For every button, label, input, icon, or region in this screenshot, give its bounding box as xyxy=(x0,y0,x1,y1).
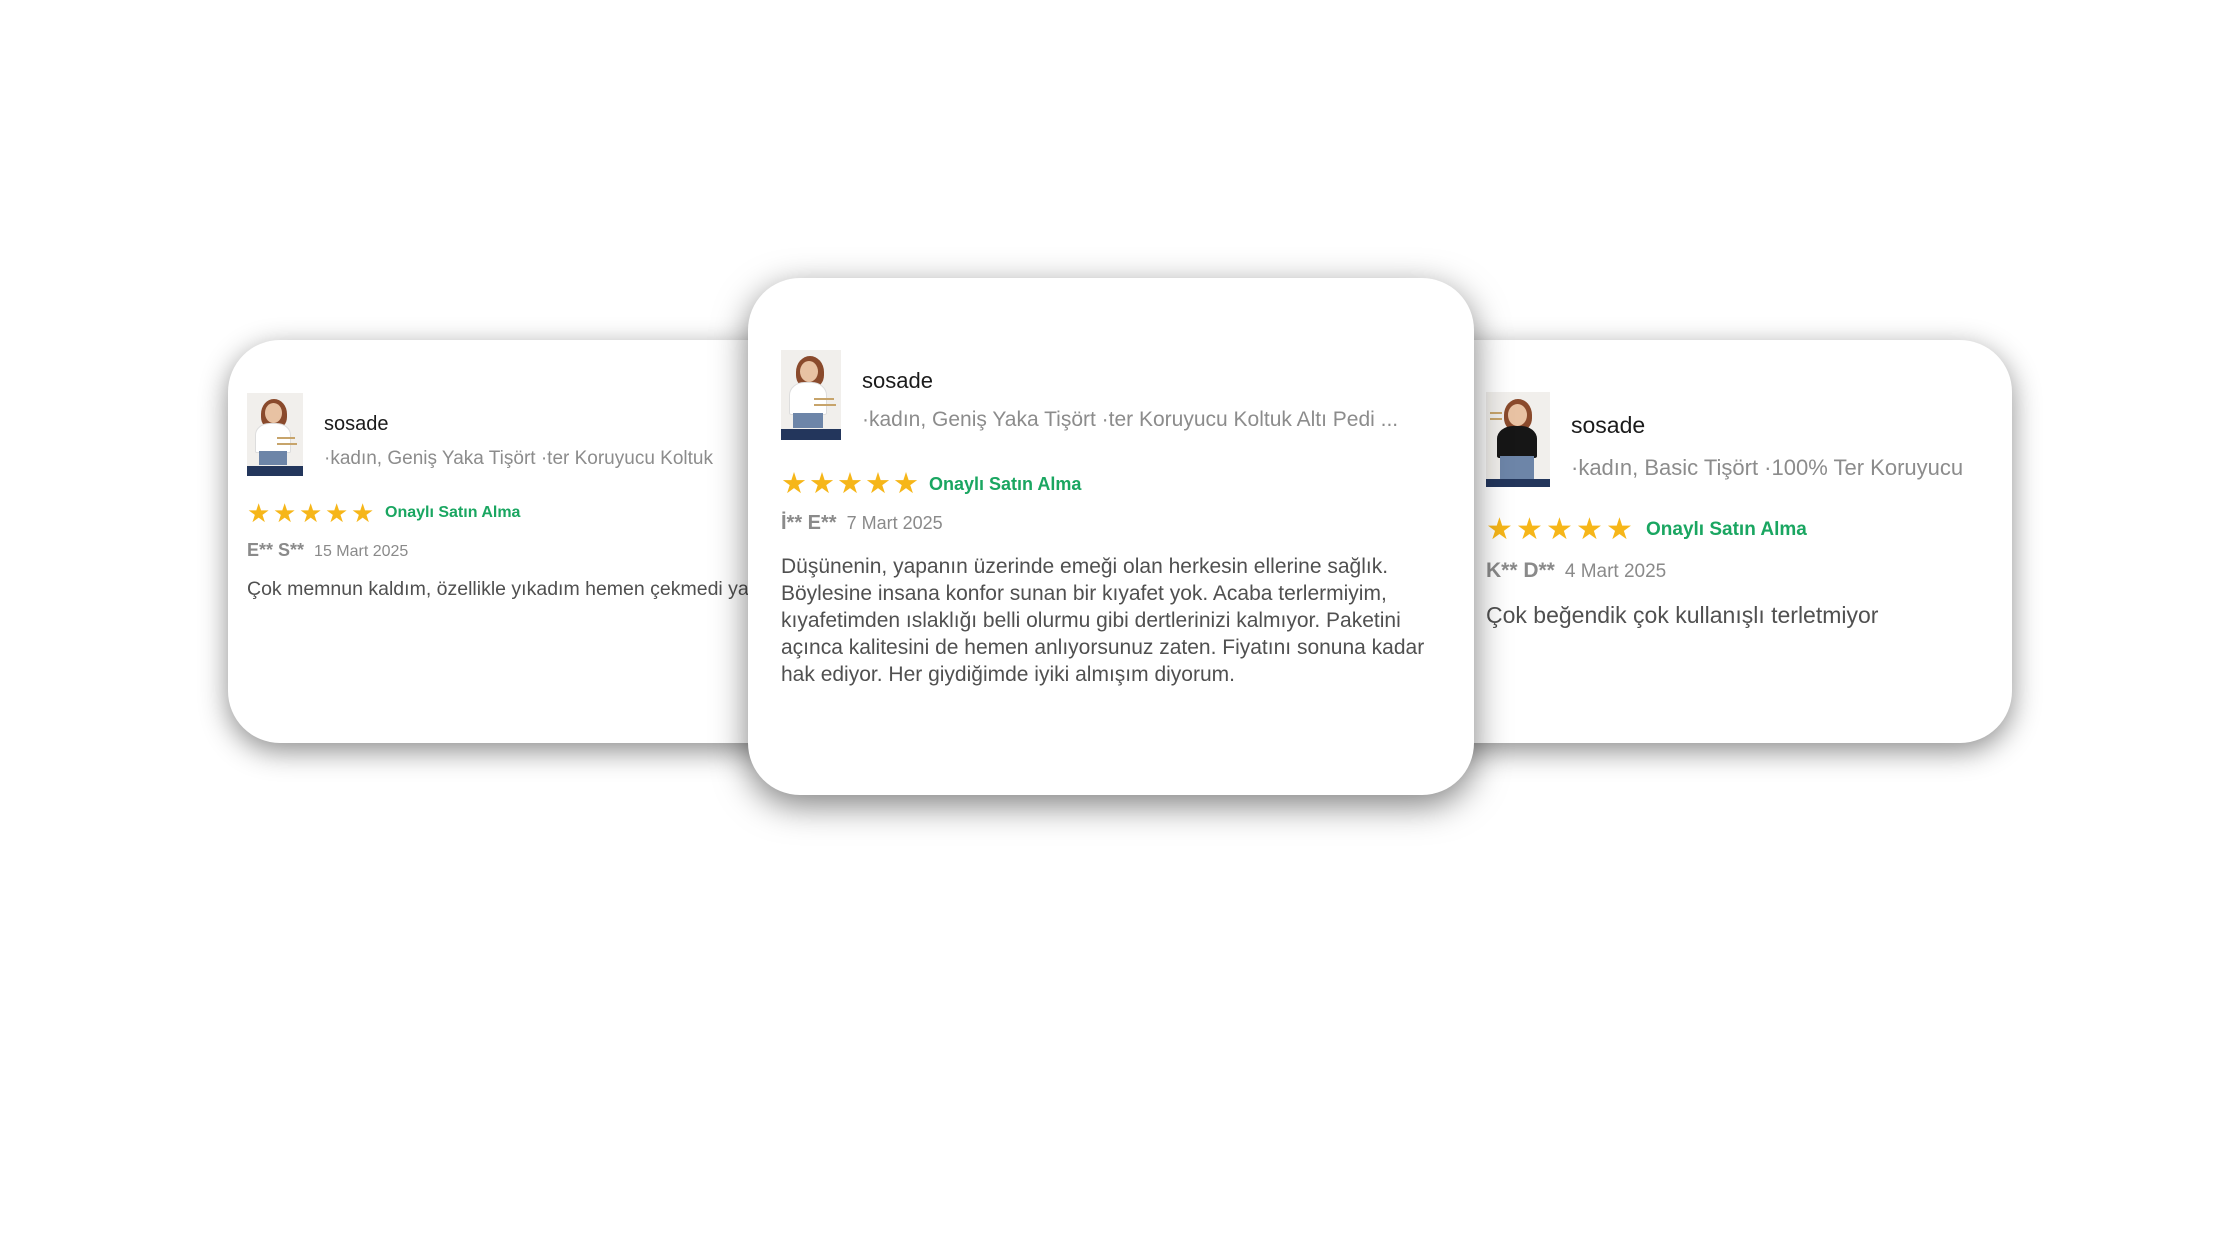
review-comment: Çok beğendik çok kullanışlı terletmiyor xyxy=(1486,602,1879,628)
rating-row: ★ ★ ★ ★ ★ Onaylı Satın Alma xyxy=(1486,515,2012,545)
brand-name: sosade xyxy=(1571,412,1646,438)
star-icon: ★ xyxy=(893,468,919,500)
review-header: sosade ·kadın, Geniş Yaka Tişört ·ter Ko… xyxy=(781,350,1450,440)
star-icon: ★ xyxy=(809,468,835,500)
star-icon: ★ xyxy=(299,498,323,528)
review-date: 15 Mart 2025 xyxy=(314,543,409,560)
star-rating: ★ ★ ★ ★ ★ xyxy=(781,470,921,499)
star-icon: ★ xyxy=(1576,513,1603,546)
verified-purchase-badge: Onaylı Satın Alma xyxy=(385,504,521,521)
star-icon: ★ xyxy=(247,498,271,528)
star-icon: ★ xyxy=(1516,513,1543,546)
product-thumbnail[interactable] xyxy=(247,393,303,476)
brand-name: sosade xyxy=(324,413,389,435)
review-date: 4 Mart 2025 xyxy=(1564,561,1667,582)
review-date: 7 Mart 2025 xyxy=(846,513,943,533)
star-rating: ★ ★ ★ ★ ★ xyxy=(247,500,377,526)
review-comment: Çok memnun kaldım, özellikle yıkadım hem… xyxy=(247,578,803,600)
review-info: sosade ·kadın, Geniş Yaka Tişört ·ter Ko… xyxy=(324,393,754,470)
star-icon: ★ xyxy=(865,468,891,500)
product-name[interactable]: ·kadın, Basic Tişört ·100% Ter Koruyucu xyxy=(1571,455,2011,481)
product-name[interactable]: ·kadın, Geniş Yaka Tişört ·ter Koruyucu … xyxy=(324,448,754,470)
review-info: sosade ·kadın, Basic Tişört ·100% Ter Ko… xyxy=(1571,392,2011,481)
star-icon: ★ xyxy=(1546,513,1573,546)
review-comment: Düşünenin, yapanın üzerinde emeği olan h… xyxy=(781,555,1425,686)
star-icon: ★ xyxy=(837,468,863,500)
review-carousel: sosade ·kadın, Geniş Yaka Tişört ·ter Ko… xyxy=(0,0,2220,1248)
star-icon: ★ xyxy=(1486,513,1513,546)
review-meta: İ** E** 7 Mart 2025 xyxy=(781,512,1450,535)
reviewer-name: İ** E** xyxy=(781,512,837,534)
reviewer-name: K** D** xyxy=(1486,559,1555,582)
product-thumbnail[interactable] xyxy=(1486,392,1550,487)
review-card-center[interactable]: sosade ·kadın, Geniş Yaka Tişört ·ter Ko… xyxy=(748,278,1474,795)
reviewer-name: E** S** xyxy=(247,540,305,560)
review-meta: K** D** 4 Mart 2025 xyxy=(1486,559,2012,583)
verified-purchase-badge: Onaylı Satın Alma xyxy=(1646,519,1807,540)
star-rating: ★ ★ ★ ★ ★ xyxy=(1486,515,1636,545)
review-header: sosade ·kadın, Basic Tişört ·100% Ter Ko… xyxy=(1486,392,2012,487)
star-icon: ★ xyxy=(781,468,807,500)
star-icon: ★ xyxy=(351,498,375,528)
star-icon: ★ xyxy=(1606,513,1633,546)
product-thumbnail[interactable] xyxy=(781,350,841,440)
review-info: sosade ·kadın, Geniş Yaka Tişört ·ter Ko… xyxy=(862,350,1452,432)
product-name[interactable]: ·kadın, Geniş Yaka Tişört ·ter Koruyucu … xyxy=(862,408,1452,432)
rating-row: ★ ★ ★ ★ ★ Onaylı Satın Alma xyxy=(781,470,1450,499)
verified-purchase-badge: Onaylı Satın Alma xyxy=(929,474,1082,494)
star-icon: ★ xyxy=(325,498,349,528)
star-icon: ★ xyxy=(273,498,297,528)
brand-name: sosade xyxy=(862,368,933,393)
